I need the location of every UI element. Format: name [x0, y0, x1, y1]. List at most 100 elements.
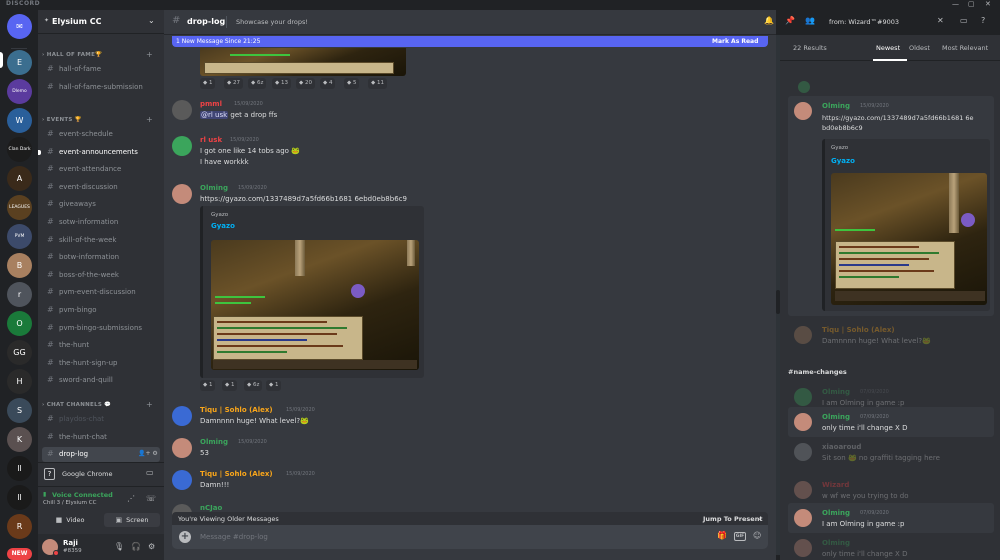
- reaction-pill[interactable]: ◆ 5: [344, 78, 360, 89]
- search-input[interactable]: from: Wizard™#9003 ✕: [825, 15, 949, 30]
- channel-item-giveaways[interactable]: # giveaways: [42, 197, 160, 212]
- chevron-down-icon[interactable]: ⌄: [757, 514, 763, 522]
- search-result-card[interactable]: Olming only time i'll change X D: [788, 533, 994, 560]
- reaction-pill[interactable]: ◆ 6z: [248, 78, 267, 89]
- microphone-icon[interactable]: 🎙: [114, 542, 124, 551]
- channel-item-event-discussion[interactable]: # event-discussion: [42, 180, 160, 195]
- help-icon[interactable]: ?: [981, 16, 985, 25]
- new-badge[interactable]: NEW: [7, 548, 32, 560]
- server-icon[interactable]: O: [7, 311, 32, 336]
- new-messages-bar[interactable]: 1 New Message Since 21:25 Mark As Read: [172, 36, 768, 47]
- invite-settings-icon[interactable]: 👤+ ⚙: [138, 450, 158, 457]
- reaction-pill[interactable]: ◆ 20: [296, 78, 315, 89]
- server-icon[interactable]: R: [7, 514, 32, 539]
- monitor-icon[interactable]: ▭: [146, 468, 154, 477]
- server-icon[interactable]: Clan Dark: [7, 137, 32, 162]
- channel-item-sotw-information[interactable]: # sotw-information: [42, 215, 160, 230]
- add-channel-icon[interactable]: +: [146, 400, 153, 409]
- server-icon[interactable]: PVM BINGO: [7, 224, 32, 249]
- embed-title[interactable]: Gyazo: [211, 222, 235, 230]
- message-author[interactable]: Olming: [200, 184, 228, 192]
- reaction-pill[interactable]: ◆ 6z: [244, 380, 263, 391]
- message-author[interactable]: Tiqu | Sohlo (Alex): [200, 470, 273, 478]
- channel-category[interactable]: › CHAT CHANNELS 💬 +: [42, 400, 153, 409]
- bell-icon[interactable]: 🔔: [764, 16, 774, 25]
- message-author[interactable]: nCJao: [200, 504, 222, 512]
- avatar[interactable]: [172, 136, 192, 156]
- chevron-down-icon[interactable]: ⌄: [148, 16, 155, 25]
- maximize-icon[interactable]: ▢: [968, 0, 975, 8]
- avatar[interactable]: [172, 184, 192, 204]
- search-result-faded[interactable]: Tiqu | Sohlo (Alex) Damnnnn huge! What l…: [788, 320, 994, 350]
- message-link[interactable]: https://gyazo.com/1337489d7a5fd66b1681 6…: [200, 195, 407, 203]
- channel-item-skill-of-the-week[interactable]: # skill-of-the-week: [42, 233, 160, 248]
- channel-item-pvm-event-discussion[interactable]: # pvm-event-discussion: [42, 285, 160, 300]
- channel-item-sword-and-quill[interactable]: # sword-and-quill: [42, 373, 160, 388]
- emoji-icon[interactable]: ☺: [753, 531, 761, 540]
- server-icon[interactable]: A: [7, 166, 32, 191]
- server-icon[interactable]: ll: [7, 456, 32, 481]
- tab-newest[interactable]: Newest: [876, 44, 900, 52]
- gift-icon[interactable]: 🎁: [717, 531, 727, 540]
- channel-item-the-hunt[interactable]: # the-hunt: [42, 338, 160, 353]
- server-icon[interactable]: LEAGUES: [7, 195, 32, 220]
- channel-category[interactable]: › HALL OF FAME🏆 +: [42, 50, 153, 59]
- search-result-card[interactable]: Olming 15/09/2020 https://gyazo.com/1337…: [788, 96, 994, 316]
- reaction-pill[interactable]: ◆ 11: [368, 78, 387, 89]
- members-icon[interactable]: 👥: [805, 16, 815, 25]
- add-attachment-icon[interactable]: +: [179, 531, 191, 543]
- close-window-icon[interactable]: ✕: [985, 0, 991, 8]
- home-button[interactable]: ✉: [7, 14, 32, 39]
- server-icon[interactable]: S: [7, 398, 32, 423]
- avatar[interactable]: [172, 406, 192, 426]
- reaction-pill[interactable]: ◆ 13: [272, 78, 291, 89]
- reaction-pill[interactable]: ◆ 1: [222, 380, 238, 391]
- channel-item-hall-of-fame-submission[interactable]: # hall-of-fame-submission: [42, 80, 160, 95]
- reaction-pill[interactable]: ◆ 1: [200, 78, 216, 89]
- avatar[interactable]: [172, 470, 192, 490]
- minimize-icon[interactable]: —: [952, 0, 959, 8]
- channel-item-drop-log[interactable]: # drop-log 👤+ ⚙: [42, 447, 160, 463]
- channel-item-event-attendance[interactable]: # event-attendance: [42, 162, 160, 177]
- voice-location[interactable]: Chill 3 / Elysium CC: [43, 500, 96, 506]
- reaction-pill[interactable]: ◆ 4: [320, 78, 336, 89]
- tab-most-relevant[interactable]: Most Relevant: [942, 44, 988, 52]
- reaction-pill[interactable]: ◆ 27: [224, 78, 243, 89]
- gif-button[interactable]: GIF: [734, 532, 746, 541]
- message-author[interactable]: pmml: [200, 100, 222, 108]
- channel-item-event-announcements[interactable]: # event-announcements: [38, 145, 160, 160]
- headphones-icon[interactable]: 🎧: [131, 542, 141, 551]
- channel-item-hall-of-fame[interactable]: # hall-of-fame: [42, 62, 160, 77]
- reaction-pill[interactable]: ◆ 1: [200, 380, 216, 391]
- gear-icon[interactable]: ⚙: [148, 542, 155, 551]
- channel-item-boss-of-the-week[interactable]: # boss-of-the-week: [42, 268, 160, 283]
- server-icon[interactable]: r: [7, 282, 32, 307]
- result-link-cont[interactable]: bd0eb8b6c9: [822, 124, 863, 132]
- embedded-image-partial[interactable]: [200, 48, 406, 76]
- message-author[interactable]: Olming: [200, 438, 228, 446]
- result-link[interactable]: https://gyazo.com/1337489d7a5fd66b1681 6…: [822, 114, 974, 122]
- channel-item-playdos-chat[interactable]: # playdos-chat: [42, 412, 160, 427]
- result-embed-title[interactable]: Gyazo: [831, 157, 855, 165]
- search-result-card[interactable]: Wizard w wf we you trying to do: [788, 475, 994, 505]
- server-header[interactable]: ✦ Elysium CC ⌄: [38, 10, 164, 34]
- channel-item-the-hunt-sign-up[interactable]: # the-hunt-sign-up: [42, 356, 160, 371]
- message-composer[interactable]: + Message #drop-log 🎁 GIF ☺: [172, 525, 768, 549]
- server-icon[interactable]: GG: [7, 340, 32, 365]
- embed-image[interactable]: [211, 240, 419, 370]
- message-author[interactable]: rl usk: [200, 136, 222, 144]
- server-icon[interactable]: B: [7, 253, 32, 278]
- server-icon[interactable]: ll: [7, 485, 32, 510]
- screen-share-button[interactable]: ▣ Screen: [104, 513, 160, 527]
- result-embed-image[interactable]: [831, 173, 987, 305]
- video-button[interactable]: ■ Video: [42, 513, 98, 527]
- server-icon[interactable]: H: [7, 369, 32, 394]
- channel-item-pvm-bingo[interactable]: # pvm-bingo: [42, 303, 160, 318]
- channel-item-botw-information[interactable]: # botw-information: [42, 250, 160, 265]
- server-icon[interactable]: W: [7, 108, 32, 133]
- channel-item-the-hunt-chat[interactable]: # the-hunt-chat: [42, 430, 160, 445]
- search-result-card[interactable]: Olming 07/09/2020 I am Olming in game :p: [788, 503, 994, 533]
- noise-suppression-icon[interactable]: ⋰: [127, 494, 135, 503]
- avatar[interactable]: [172, 438, 192, 458]
- inbox-icon[interactable]: ▭: [960, 16, 968, 25]
